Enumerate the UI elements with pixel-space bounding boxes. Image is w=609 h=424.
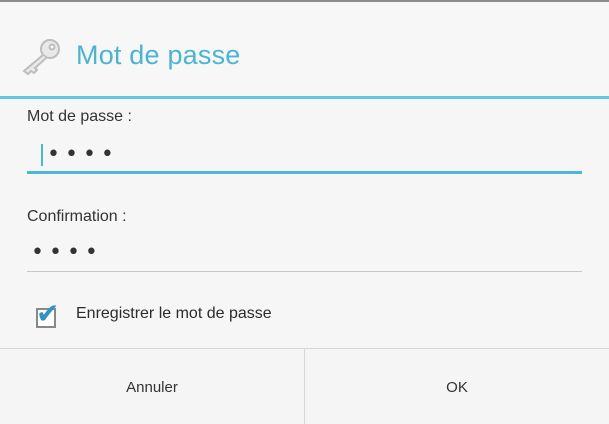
confirmation-value: •••• (31, 240, 103, 265)
confirmation-field[interactable]: •••• (27, 236, 582, 272)
password-field[interactable]: •••• (27, 138, 582, 174)
remember-password-row[interactable]: ✔ Enregistrer le mot de passe (36, 300, 436, 334)
remember-password-checkbox[interactable]: ✔ (36, 300, 59, 328)
remember-password-label: Enregistrer le mot de passe (76, 305, 272, 322)
password-label: Mot de passe : (27, 108, 132, 125)
dialog-title: Mot de passe (76, 40, 241, 70)
password-value: •••• (47, 142, 119, 167)
button-bar: Annuler OK (0, 348, 609, 424)
cancel-button[interactable]: Annuler (0, 349, 305, 424)
title-divider (0, 96, 609, 99)
ok-button[interactable]: OK (305, 349, 609, 424)
dialog-titlebar: Mot de passe (0, 4, 609, 96)
password-dialog: Mot de passe Mot de passe : •••• Confirm… (0, 0, 609, 424)
key-icon (18, 37, 68, 77)
text-cursor (41, 144, 43, 166)
confirmation-label: Confirmation : (27, 208, 127, 225)
checkmark-icon: ✔ (36, 297, 60, 330)
